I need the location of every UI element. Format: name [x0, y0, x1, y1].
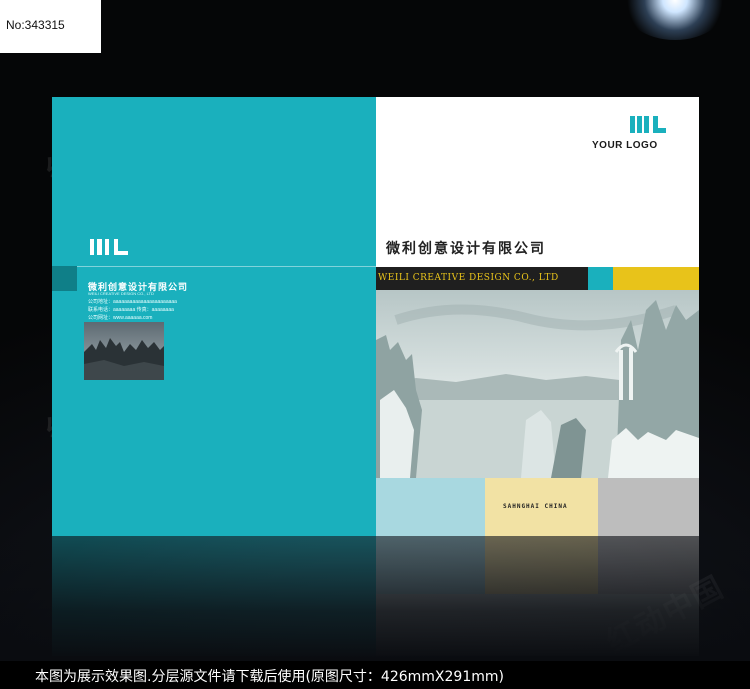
landscape-thumbnail	[84, 322, 164, 380]
company-name-en: WEILI CREATIVE DESIGN CO., LTD	[378, 273, 559, 283]
location-label: SAHNGHAI CHINA	[503, 503, 568, 510]
gray-block	[598, 478, 699, 536]
brochure-back-cover: 微利创意设计有限公司 WEILI CREATIVE DESIGN CO., LT…	[52, 97, 376, 536]
divider-line	[52, 266, 376, 267]
image-id-label: No:343315	[6, 18, 65, 32]
company-name-en: WEILI CREATIVE DESIGN CO., LTD	[88, 291, 154, 296]
website-line: 公司网址：www.aaaaaa.com	[88, 315, 153, 321]
reflection-fade	[0, 536, 750, 661]
image-id-tag: No:343315	[0, 0, 101, 53]
location-block: SAHNGHAI CHINA	[485, 478, 598, 536]
light-blue-block	[376, 478, 485, 536]
accent-square	[52, 266, 77, 291]
yellow-block	[613, 267, 699, 290]
logo-text: YOUR LOGO	[592, 140, 658, 151]
ice-landscape-photo	[376, 290, 699, 478]
company-name-band: WEILI CREATIVE DESIGN CO., LTD	[376, 267, 588, 290]
brochure-front-cover: YOUR LOGO 微利创意设计有限公司 WEILI CREATIVE DESI…	[376, 97, 699, 536]
caption-bar: 本图为展示效果图.分层源文件请下载后使用(原图尺寸：426mmX291mm)	[0, 661, 750, 689]
company-name-cn: 微利创意设计有限公司	[386, 241, 546, 257]
phone-line: 联系电话：aaaaaaaa 传真：aaaaaaaa	[88, 307, 174, 313]
address-line: 公司地址：aaaaaaaaaaaaaaaaaaaaaaa	[88, 299, 177, 305]
caption-text: 本图为展示效果图.分层源文件请下载后使用(原图尺寸：426mmX291mm)	[35, 669, 504, 685]
teal-block	[588, 267, 613, 290]
light-glow	[620, 0, 730, 40]
wl-logo-mark	[90, 239, 128, 255]
wl-logo-icon	[630, 116, 666, 133]
